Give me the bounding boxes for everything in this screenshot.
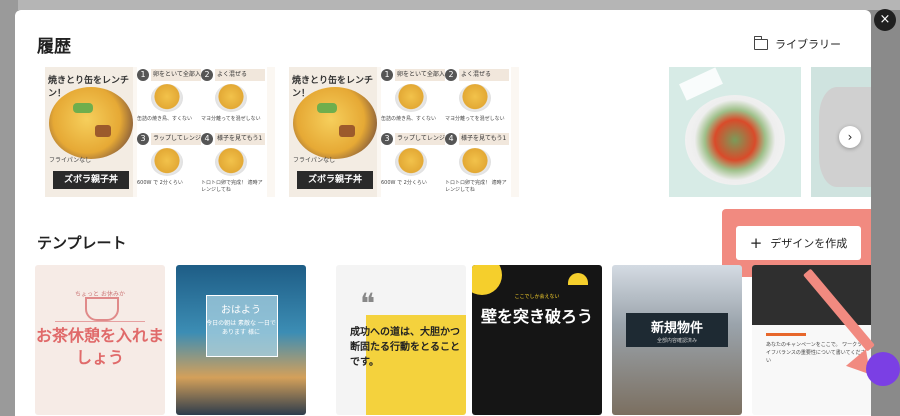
template-subtext: 全部内容確認済み (656, 338, 697, 344)
recipe-photo-panel: 焼きとり缶をレンチン！ フライパンなし ズボラ親子丼 (289, 67, 377, 197)
plus-icon: + (749, 233, 763, 252)
step-number: 1 (137, 69, 149, 81)
template-card[interactable]: ちょっと お休みか お茶休憩を入れましょう (35, 265, 165, 415)
history-item[interactable] (669, 67, 801, 197)
create-design-button[interactable]: + デザインを作成 (736, 226, 861, 260)
chevron-right-icon[interactable]: › (839, 126, 861, 148)
recipe-photo-panel: 焼きとり缶をレンチン！ フライパンなし ズボラ親子丼 (45, 67, 133, 197)
bowl-icon (151, 84, 183, 112)
step-caption: トロトロ卵で完成！ 適時アレンジしてね (445, 180, 507, 193)
recipe-note: フライパンなし (49, 157, 92, 164)
content-modal: 履歴 ライブラリー 焼きとり缶をレンチン！ フライパンなし ズボラ親子丼 1 卵… (15, 10, 871, 416)
step-number: 4 (445, 133, 457, 145)
garnish-shape (317, 103, 337, 113)
step-caption: トロトロ卵で完成！ 適時アレンジしてね (201, 180, 263, 193)
bowl-icon (151, 148, 183, 176)
close-icon[interactable]: × (874, 9, 896, 31)
template-headline: 新規物件 (650, 321, 703, 336)
bowl-icon (395, 84, 427, 112)
template-card[interactable]: 新規物件 全部内容確認済み (612, 265, 742, 415)
recipe-tag: ズボラ親子丼 (297, 171, 373, 189)
recipe-steps: 1 卵をといて全部入れる 缶詰の焼き鳥、すくない 2 よく混ぜる マヨ分離ってを… (381, 67, 511, 197)
folder-icon (753, 35, 768, 50)
accent-line (766, 333, 806, 336)
recipe-steps: 1 卵をといて全部入れる 缶詰の焼き鳥、すくない 2 よく混ぜる マヨ分離ってを… (137, 67, 267, 197)
step-caption: 缶詰の焼き鳥、すくない (381, 116, 437, 122)
help-button[interactable] (866, 352, 900, 386)
template-card[interactable]: ここでしか会えない 壁を突き破ろう (472, 265, 602, 415)
step-caption: マヨ分離ってを混ぜしない (201, 116, 261, 122)
step-number: 3 (381, 133, 393, 145)
bowl-icon (395, 148, 427, 176)
step-label: よく混ぜる (459, 69, 509, 81)
chicken-shape (95, 125, 111, 137)
decoration-shape (679, 67, 723, 101)
bowl-icon (215, 148, 247, 176)
garnish-shape (73, 103, 93, 113)
step-label: 卵をといて全部入れる (395, 69, 445, 81)
step-number: 2 (445, 69, 457, 81)
recipe-step: 1 卵をといて全部入れる 缶詰の焼き鳥、すくない (381, 67, 445, 127)
step-caption: マヨ分離ってを混ぜしない (445, 116, 505, 122)
rice-bowl-image (49, 87, 133, 159)
templates-row: ちょっと お休みか お茶休憩を入れましょう おはよう 今日の朝は 素敵な 一日で… (35, 265, 871, 416)
create-design-label: デザインを作成 (770, 237, 848, 250)
semicircle-shape (568, 273, 588, 285)
template-card[interactable]: おはよう 今日の朝は 素敵な 一日であります 様に (176, 265, 306, 415)
template-card[interactable]: ❝ 成功への道は、大胆かつ断固たる行動をとることです。 (336, 265, 466, 415)
history-item[interactable]: 焼きとり缶をレンチン！ フライパンなし ズボラ親子丼 1 卵をといて全部入れる … (45, 67, 275, 197)
library-label: ライブラリー (775, 38, 841, 51)
step-label: ラップしてレンジでチン (151, 133, 201, 145)
recipe-note: フライパンなし (293, 157, 336, 164)
recipe-step: 4 様子を見てもう1回チン トロトロ卵で完成！ 適時アレンジしてね (201, 131, 265, 193)
step-caption: 缶詰の焼き鳥、すくない (137, 116, 193, 122)
salad-plate-image (685, 95, 785, 185)
library-button[interactable]: ライブラリー (753, 35, 841, 52)
teacup-icon (85, 297, 119, 321)
bowl-icon (215, 84, 247, 112)
backdrop-header (0, 0, 900, 10)
chicken-shape (339, 125, 355, 137)
step-caption: 600W で 2分くらい (381, 180, 427, 186)
step-caption: 600W で 2分くらい (137, 180, 183, 186)
recipe-step: 2 よく混ぜる マヨ分離ってを混ぜしない (201, 67, 265, 127)
step-label: よく混ぜる (215, 69, 265, 81)
template-subtext: 今日の朝は 素敵な 一日であります 様に (206, 320, 276, 336)
bowl-icon (459, 148, 491, 176)
step-label: ラップしてレンジでチン (395, 133, 445, 145)
template-headline: お茶休憩を入れましょう (35, 326, 164, 367)
recipe-step: 2 よく混ぜる マヨ分離ってを混ぜしない (445, 67, 509, 127)
template-subtext: ここでしか会えない (514, 294, 560, 300)
template-headline: 壁を突き破ろう (480, 307, 593, 326)
step-number: 2 (201, 69, 213, 81)
recipe-step: 1 卵をといて全部入れる 缶詰の焼き鳥、すくない (137, 67, 201, 127)
recipe-tag: ズボラ親子丼 (53, 171, 129, 189)
recipe-step: 3 ラップしてレンジでチン 600W で 2分くらい (137, 131, 201, 191)
step-label: 様子を見てもう1回チン (459, 133, 509, 145)
templates-title: テンプレート (37, 234, 127, 252)
template-card[interactable]: あなたのキャンペーンをここで。 ワークライフバランスの重要性について書いてくださ… (752, 265, 871, 415)
history-carousel: 焼きとり缶をレンチン！ フライパンなし ズボラ親子丼 1 卵をといて全部入れる … (45, 67, 871, 199)
step-number: 3 (137, 133, 149, 145)
rice-bowl-image (293, 87, 377, 159)
step-label: 卵をといて全部入れる (151, 69, 201, 81)
circle-shape (472, 265, 502, 295)
history-item[interactable]: 焼きとり缶をレンチン！ フライパンなし ズボラ親子丼 1 卵をといて全部入れる … (289, 67, 519, 197)
bowl-icon (459, 84, 491, 112)
step-number: 1 (381, 69, 393, 81)
recipe-step: 4 様子を見てもう1回チン トロトロ卵で完成！ 適時アレンジしてね (445, 131, 509, 193)
recipe-step: 3 ラップしてレンジでチン 600W で 2分くらい (381, 131, 445, 191)
history-title: 履歴 (37, 37, 71, 57)
template-headline: 成功への道は、大胆かつ断固たる行動をとることです。 (350, 327, 460, 368)
divider (55, 321, 145, 322)
step-label: 様子を見てもう1回チン (215, 133, 265, 145)
step-number: 4 (201, 133, 213, 145)
template-headline: おはよう (221, 305, 261, 316)
